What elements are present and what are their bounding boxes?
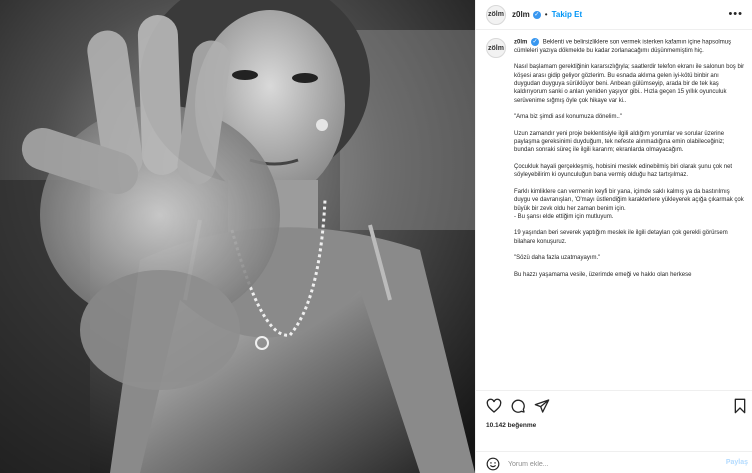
more-options-icon[interactable]: •••	[728, 8, 743, 20]
post-comment-button[interactable]: Paylaş	[726, 459, 748, 466]
comment-input[interactable]	[508, 460, 708, 468]
caption-paragraph: - Bu şansı elde ettiğim için mutluyum.	[514, 213, 614, 220]
caption-paragraph: Nasıl başlamam gerektiğinin kararsızlığı…	[514, 64, 745, 104]
comment-box: Paylaş	[486, 457, 748, 471]
username-link[interactable]: z0lm	[512, 10, 530, 19]
post-photo[interactable]	[0, 0, 475, 473]
caption-paragraph: Çocukluk hayali gerçekleşmiş, hobisini m…	[514, 164, 733, 179]
caption-paragraph: Beklenti ve belirsizliklere son vermek i…	[514, 39, 732, 54]
comment-icon[interactable]	[510, 398, 526, 414]
profile-avatar[interactable]: zölm	[486, 4, 506, 25]
divider	[476, 390, 752, 391]
share-icon[interactable]	[534, 398, 550, 414]
divider	[476, 451, 752, 452]
caption-paragraph: Farklı kimliklere can vermenin keyfi bir…	[514, 188, 744, 212]
caption-paragraph: 19 yaşından beri severek yaptığım meslek…	[514, 230, 728, 245]
caption-paragraph: "Sözü daha fazla uzatmayayım."	[514, 255, 601, 262]
heart-icon[interactable]	[486, 398, 502, 414]
photo-illustration	[0, 0, 475, 473]
caption-paragraph: Bu hazzı yaşamama vesile, üzerimde emeği…	[514, 271, 692, 278]
caption-paragraph: "Ama biz şimdi asıl konumuza dönelim.."	[514, 114, 622, 121]
caption-verified-badge-icon: ✓	[531, 38, 540, 46]
caption-text: z0lm ✓ Beklenti ve belirsizliklere son v…	[514, 38, 746, 287]
bookmark-icon[interactable]	[732, 398, 748, 414]
action-bar	[486, 398, 748, 414]
post-header: zölm z0lm ✓ • Takip Et •••	[476, 0, 752, 30]
caption-username[interactable]: z0lm	[514, 40, 527, 46]
caption-paragraph: Uzun zamandır yeni proje beklentisiyle i…	[514, 130, 725, 154]
post-caption: zölm z0lm ✓ Beklenti ve belirsizliklere …	[486, 38, 748, 383]
verified-badge-icon: ✓	[532, 10, 541, 19]
follow-button[interactable]: Takip Et	[552, 10, 583, 19]
caption-avatar[interactable]: zölm	[486, 38, 506, 58]
post-side-panel: zölm z0lm ✓ • Takip Et ••• zölm z0lm ✓ B…	[475, 0, 752, 473]
likes-count[interactable]: 10.142 beğenme	[486, 422, 536, 429]
emoji-icon[interactable]	[486, 457, 500, 471]
separator-dot: •	[544, 10, 548, 19]
